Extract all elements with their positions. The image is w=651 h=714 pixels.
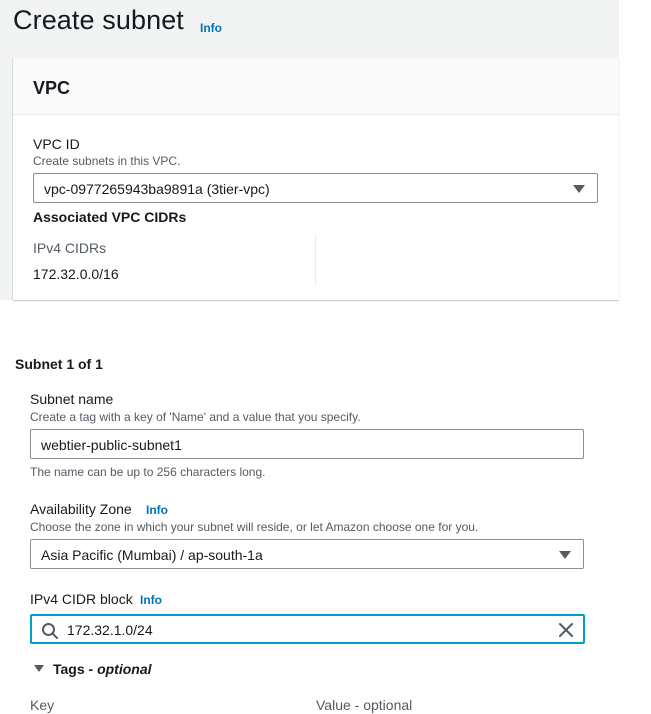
caret-down-icon (559, 551, 571, 559)
subnet-name-input[interactable]: webtier-public-subnet1 (30, 429, 584, 459)
tags-optional-label: optional (97, 661, 152, 677)
tags-label: Tags - (53, 661, 98, 677)
vpc-id-label: VPC ID (33, 136, 80, 152)
availability-zone-selected-value: Asia Pacific (Mumbai) / ap-south-1a (41, 547, 263, 563)
page-info-link[interactable]: Info (200, 21, 222, 35)
vpc-container-header: VPC (13, 58, 619, 115)
subnet-name-label: Subnet name (30, 391, 114, 407)
ipv4-cidr-block-input[interactable]: 172.32.1.0/24 (30, 614, 585, 644)
page-title: Create subnet (13, 5, 184, 35)
associated-vpc-cidrs-title: Associated VPC CIDRs (33, 209, 187, 225)
subnet-name-description: Create a tag with a key of 'Name' and a … (30, 410, 361, 424)
ipv4-cidr-block-info-link[interactable]: Info (140, 593, 162, 607)
tags-key-column-header: Key (30, 697, 55, 713)
vpc-container: VPC VPC ID Create subnets in this VPC. v… (13, 58, 619, 300)
vpc-id-description: Create subnets in this VPC. (33, 154, 181, 168)
ipv4-cidr-block-value: 172.32.1.0/24 (67, 622, 153, 638)
tags-value-column-header: Value - optional (316, 697, 413, 713)
availability-zone-description: Choose the zone in which your subnet wil… (30, 520, 479, 534)
ipv4-cidrs-label: IPv4 CIDRs (33, 240, 107, 256)
tags-expand-toggle[interactable]: Tags - optional (34, 661, 152, 677)
vpc-id-select[interactable]: vpc-0977265943ba9891a (3tier-vpc) (33, 173, 598, 203)
subnet-name-hint: The name can be up to 256 characters lon… (30, 465, 266, 479)
vpc-id-selected-value: vpc-0977265943ba9891a (3tier-vpc) (44, 181, 270, 197)
subnet-name-value: webtier-public-subnet1 (41, 437, 182, 453)
vpc-section-title: VPC (33, 78, 71, 98)
ipv4-cidrs-value: 172.32.0.0/16 (33, 266, 119, 282)
caret-down-icon (573, 185, 585, 193)
close-icon[interactable] (558, 622, 574, 638)
availability-zone-label: Availability Zone (30, 501, 132, 517)
ipv4-cidr-block-label: IPv4 CIDR block (30, 591, 133, 607)
subnet-heading: Subnet 1 of 1 (15, 356, 103, 372)
availability-zone-select[interactable]: Asia Pacific (Mumbai) / ap-south-1a (30, 539, 584, 569)
availability-zone-info-link[interactable]: Info (146, 503, 168, 517)
search-icon (42, 623, 58, 639)
column-divider (315, 234, 316, 286)
caret-down-icon (34, 664, 44, 672)
